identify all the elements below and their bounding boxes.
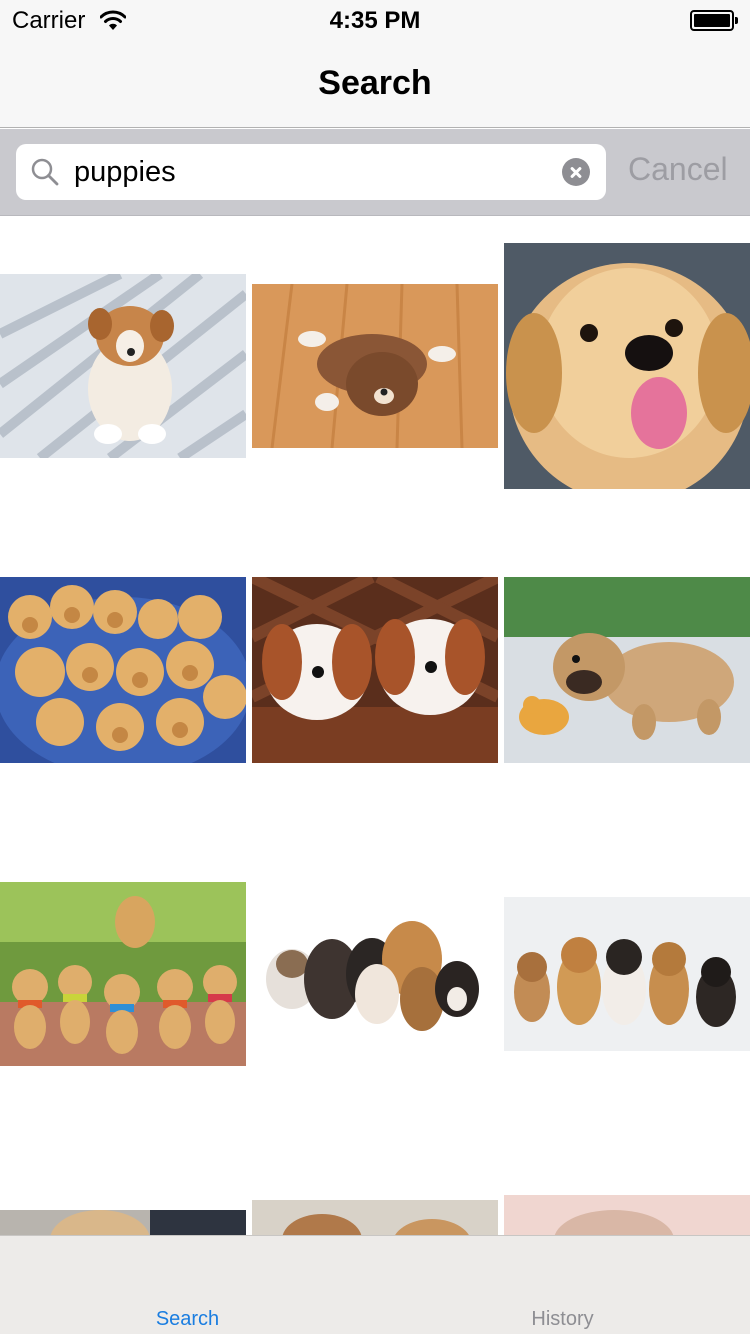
search-query-text[interactable]: puppies [74, 156, 176, 189]
tab-search[interactable]: Search [0, 1236, 375, 1334]
status-bar: Carrier 4:35 PM [0, 0, 750, 40]
golden-puppies-outdoors-image [0, 882, 246, 1066]
page-title: Search [318, 64, 432, 102]
puppy-partial-image [504, 1195, 750, 1235]
photo-thumbnail[interactable] [0, 274, 246, 458]
photo-thumbnail[interactable] [504, 577, 750, 763]
photo-thumbnail[interactable] [0, 577, 246, 763]
puppies-lineup-image [504, 897, 750, 1051]
tab-history-label: History [531, 1308, 594, 1330]
photo-thumbnail[interactable] [252, 899, 498, 1049]
photo-thumbnail[interactable] [0, 1210, 246, 1235]
photo-thumbnail[interactable] [504, 243, 750, 489]
status-time: 4:35 PM [329, 7, 421, 34]
tab-search-label: Search [155, 1308, 220, 1330]
cancel-button[interactable]: Cancel [628, 151, 728, 188]
golden-puppy-closeup-image [504, 243, 750, 489]
cavalier-puppies-image [252, 577, 498, 763]
search-input[interactable]: puppies [16, 144, 606, 200]
mixed-puppies-image [252, 899, 498, 1049]
search-bar: puppies Cancel [0, 129, 750, 216]
photo-thumbnail[interactable] [252, 284, 498, 448]
tab-bar: Search History [0, 1235, 750, 1334]
photo-thumbnail[interactable] [252, 577, 498, 763]
photo-thumbnail[interactable] [0, 882, 246, 1066]
search-icon [31, 158, 59, 186]
bulldog-puppy-image [504, 577, 750, 763]
golden-puppies-group-image [0, 577, 246, 763]
puppy-partial-image [0, 1210, 246, 1235]
clear-icon[interactable] [562, 158, 590, 186]
battery-icon [690, 10, 738, 31]
tab-history[interactable]: History [375, 1236, 750, 1334]
photo-thumbnail[interactable] [504, 1195, 750, 1235]
puppy-on-floor-image [252, 284, 498, 448]
puppy-partial-image [252, 1200, 498, 1235]
photo-thumbnail[interactable] [504, 897, 750, 1051]
photo-grid[interactable] [0, 217, 750, 1235]
corgi-puppy-image [0, 274, 246, 458]
photo-thumbnail[interactable] [252, 1200, 498, 1235]
navigation-bar: Search [0, 40, 750, 128]
